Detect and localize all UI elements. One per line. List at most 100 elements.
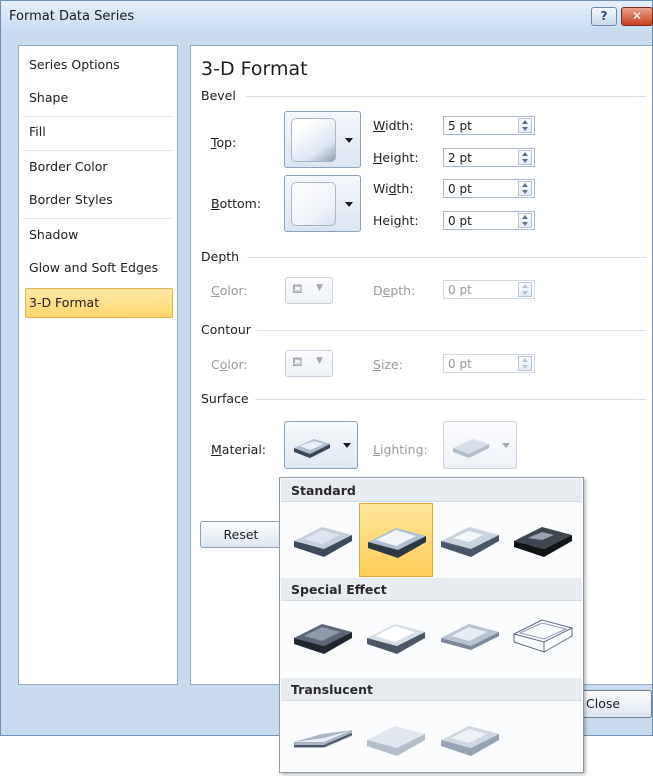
nav-item-glow-soft-edges[interactable]: Glow and Soft Edges [29, 260, 158, 275]
material-warm-matte[interactable] [359, 503, 433, 577]
bevel-top-width-value: 5 pt [448, 119, 472, 133]
nav-item-series-options[interactable]: Series Options [29, 57, 120, 72]
bevel-bottom-width-spinner[interactable]: 0 pt [443, 179, 535, 198]
material-clear[interactable] [359, 702, 433, 776]
close-icon: ✕ [631, 9, 643, 23]
material-plastic[interactable] [433, 503, 507, 577]
panel-heading: 3-D Format [201, 58, 308, 80]
material-preview-icon [294, 439, 330, 458]
spinner-arrows-icon[interactable] [518, 181, 532, 196]
material-dropdown[interactable] [284, 421, 358, 469]
nav-item-shadow[interactable]: Shadow [29, 227, 78, 242]
nav-divider [23, 218, 173, 219]
reset-label: Reset [223, 527, 259, 542]
section-divider [255, 399, 646, 400]
nav-item-border-color[interactable]: Border Color [29, 159, 108, 174]
title-bar: Format Data Series ? ✕ [1, 1, 653, 31]
material-powder[interactable] [286, 702, 360, 776]
bevel-top-height-label: Height: [373, 150, 419, 165]
material-flat[interactable] [433, 602, 507, 676]
bevel-top-width-spinner[interactable]: 5 pt [443, 116, 535, 135]
close-label: Close [586, 696, 621, 711]
lighting-preview-icon [453, 439, 489, 458]
bevel-bottom-width-value: 0 pt [448, 182, 472, 196]
metal-material-icon [514, 527, 572, 557]
material-wireframe[interactable] [506, 602, 580, 676]
paint-bucket-icon: ⛾ [292, 355, 303, 370]
gallery-section-translucent: Translucent [281, 678, 582, 701]
spinner-arrows-icon[interactable] [518, 213, 532, 228]
contour-section-label: Contour [201, 322, 251, 337]
contour-size-label: Size: [373, 357, 403, 372]
help-icon: ? [600, 9, 608, 23]
close-button[interactable]: Close [577, 690, 652, 718]
depth-spinner[interactable]: 0 pt [443, 280, 535, 299]
clear-material-icon [367, 726, 425, 756]
matte-material-icon [294, 527, 352, 557]
spinner-arrows-icon[interactable] [518, 118, 532, 133]
soft-edge-material-icon [367, 624, 425, 654]
section-divider [247, 257, 646, 258]
chevron-down-icon: ▼ [316, 283, 323, 293]
material-soft-edge[interactable] [359, 602, 433, 676]
surface-section-label: Surface [201, 391, 249, 406]
wireframe-material-icon [512, 619, 574, 653]
paint-bucket-icon: ⛾ [292, 282, 303, 297]
chevron-down-icon [343, 443, 351, 448]
help-button[interactable]: ? [591, 7, 617, 26]
nav-item-border-styles[interactable]: Border Styles [29, 192, 113, 207]
section-divider [246, 96, 646, 97]
bevel-top-height-spinner[interactable]: 2 pt [443, 148, 535, 167]
bevel-top-preview [291, 118, 336, 162]
bevel-top-width-label: Width: [373, 118, 414, 133]
lighting-dropdown[interactable] [443, 421, 517, 469]
warm-matte-material-icon [368, 528, 426, 558]
bevel-bottom-width-label: Width: [373, 181, 414, 196]
material-translucent-powder[interactable] [433, 702, 507, 776]
material-matte[interactable] [286, 503, 360, 577]
contour-color-dropdown[interactable]: ⛾ ▼ [285, 350, 333, 377]
window-close-button[interactable]: ✕ [621, 7, 653, 26]
material-dark-edge[interactable] [286, 602, 360, 676]
dialog-title: Format Data Series [9, 9, 135, 24]
bevel-bottom-height-spinner[interactable]: 0 pt [443, 211, 535, 230]
gallery-section-special-effect: Special Effect [281, 578, 582, 601]
dark-edge-material-icon [294, 624, 352, 654]
chevron-down-icon: ▼ [316, 356, 323, 366]
nav-item-shape[interactable]: Shape [29, 90, 68, 105]
bevel-top-dropdown[interactable] [284, 111, 361, 168]
powder-material-icon [294, 730, 353, 748]
bevel-bottom-dropdown[interactable] [284, 175, 361, 232]
spinner-arrows-icon[interactable] [518, 356, 532, 371]
bevel-top-height-value: 2 pt [448, 151, 472, 165]
depth-depth-label: Depth: [373, 283, 416, 298]
material-gallery-popup: Standard Special Effect Translucent [279, 477, 584, 773]
bevel-section-label: Bevel [201, 88, 236, 103]
flat-material-icon [441, 624, 499, 650]
translucent-powder-material-icon [441, 726, 499, 756]
bevel-top-label: Top: [211, 135, 237, 150]
material-label: Material: [211, 442, 267, 457]
depth-value: 0 pt [448, 283, 472, 297]
bevel-bottom-preview [291, 182, 336, 226]
nav-divider [23, 116, 173, 117]
bevel-bottom-label: Bottom: [211, 196, 262, 211]
spinner-arrows-icon[interactable] [518, 282, 532, 297]
lighting-label: Lighting: [373, 442, 428, 457]
depth-color-dropdown[interactable]: ⛾ ▼ [285, 277, 333, 304]
chevron-down-icon [345, 138, 353, 143]
contour-color-label: Color: [211, 357, 248, 372]
section-divider [257, 330, 646, 331]
contour-size-spinner[interactable]: 0 pt [443, 354, 535, 373]
chevron-down-icon [502, 443, 510, 448]
nav-item-fill[interactable]: Fill [29, 124, 46, 139]
material-metal[interactable] [506, 503, 580, 577]
reset-button[interactable]: Reset [200, 521, 282, 548]
category-list: Series Options Shape Fill Border Color B… [18, 45, 178, 685]
depth-color-label: Color: [211, 283, 248, 298]
contour-size-value: 0 pt [448, 357, 472, 371]
spinner-arrows-icon[interactable] [518, 150, 532, 165]
plastic-material-icon [441, 527, 499, 557]
nav-item-3d-format[interactable]: 3-D Format [29, 295, 99, 310]
gallery-section-standard: Standard [281, 479, 582, 502]
